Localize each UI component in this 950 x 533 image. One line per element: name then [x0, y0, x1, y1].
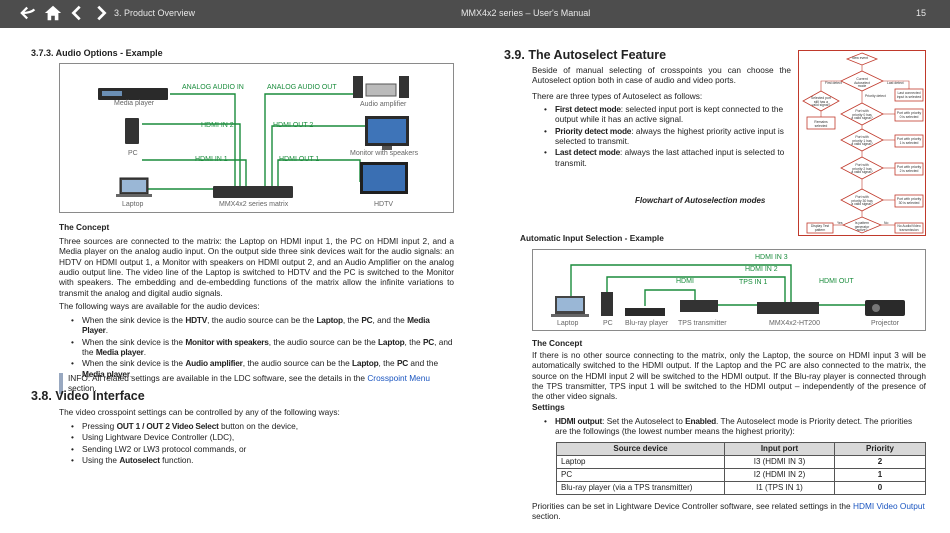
settings-heading: Settings	[532, 402, 565, 412]
type-last-detect: Last detect mode: always the last attach…	[542, 147, 791, 168]
auto-input-diagram: Laptop PC Blu-ray player TPS transmitter…	[532, 249, 926, 331]
auto-input-heading: Automatic Input Selection - Example	[520, 233, 664, 243]
prev-page-icon[interactable]	[68, 4, 86, 22]
type-first-detect: First detect mode: selected input port i…	[542, 104, 791, 125]
table-row: PC I2 (HDMI IN 2) 1	[556, 468, 926, 482]
autoselect-concept-heading: The Concept	[532, 338, 583, 348]
audio-ways-text: The following ways are available for the…	[59, 301, 260, 311]
autoselect-concept-text: If there is no other source connecting t…	[532, 350, 926, 402]
label-audio-amplifier: Audio amplifier	[360, 101, 407, 108]
flowchart-caption: Flowchart of Autoselection modes	[635, 196, 766, 205]
flowchart-text: New event First detect Last detect Curre…	[810, 56, 922, 233]
audio-bullets: When the sink device is the HDTV, the au…	[69, 315, 454, 380]
cell-priority: 2	[834, 455, 926, 469]
label-hdmi-in2: HDMI IN 2	[745, 266, 778, 273]
cell-priority: 1	[834, 468, 926, 482]
table-row: Laptop I3 (HDMI IN 3) 2	[556, 455, 926, 469]
matrix-device	[213, 186, 293, 198]
autoselect-flowchart: New event First detect Last detect Curre…	[798, 50, 926, 236]
label-matrix: MMX4x2-HT200	[769, 320, 820, 327]
label-hdmi: HDMI	[676, 278, 694, 285]
tps-transmitter-device	[680, 300, 718, 312]
label-tps-transmitter: TPS transmitter	[678, 320, 727, 327]
table-row: Blu-ray player (via a TPS transmitter) I…	[556, 481, 926, 495]
settings-list: HDMI output: Set the Autoselect to Enabl…	[542, 416, 926, 438]
cell-port: I1 (TPS IN 1)	[724, 481, 835, 495]
autoselect-heading: 3.9. The Autoselect Feature	[504, 48, 667, 62]
label-laptop: Laptop	[557, 320, 579, 327]
audio-bullet: When the sink device is the Monitor with…	[69, 337, 454, 358]
label-projector: Projector	[871, 320, 900, 327]
auto-input-drawing	[551, 264, 905, 317]
label-hdmi-out1: HDMI OUT 1	[279, 156, 320, 163]
label-analog-out: ANALOG AUDIO OUT	[267, 84, 337, 91]
video-interface-heading: 3.8. Video Interface	[31, 389, 145, 403]
home-icon[interactable]	[44, 4, 62, 22]
priorities-footer: Priorities can be set in Lightware Devic…	[532, 501, 925, 522]
audio-options-diagram: Media player PC Laptop MMX4x2 series mat…	[59, 63, 454, 213]
audio-bullet: When the sink device is the HDTV, the au…	[69, 315, 454, 336]
label-hdmi-in1: HDMI IN 1	[195, 156, 228, 163]
video-bullets: Pressing OUT 1 / OUT 2 Video Select butt…	[69, 421, 454, 466]
label-hdmi-in3: HDMI IN 3	[755, 254, 788, 261]
label-matrix: MMX4x2 series matrix	[219, 201, 289, 208]
document-title: MMX4x2 series – User's Manual	[461, 8, 591, 18]
cell-port: I3 (HDMI IN 3)	[724, 455, 835, 469]
matrix-device	[757, 302, 819, 314]
autoselect-types: First detect mode: selected input port i…	[542, 104, 791, 169]
cell-source: Laptop	[556, 455, 725, 469]
autoselect-intro: Beside of manual selecting of crosspoint…	[532, 65, 791, 86]
page-number: 15	[916, 8, 927, 18]
table-header-row: Source device Input port Priority	[556, 442, 926, 456]
audio-diagram-drawing	[98, 76, 409, 198]
nav-icons	[20, 4, 110, 22]
pc-device	[601, 292, 613, 316]
cell-source: Blu-ray player (via a TPS transmitter)	[556, 481, 725, 495]
cell-port: I2 (HDMI IN 2)	[724, 468, 835, 482]
type-priority-detect: Priority detect mode: always the highest…	[542, 126, 791, 147]
next-page-icon[interactable]	[92, 4, 110, 22]
cell-priority: 0	[834, 481, 926, 495]
crosspoint-menu-link[interactable]: Crosspoint Menu	[367, 373, 430, 383]
cell-source: PC	[556, 468, 725, 482]
hdmi-video-output-link[interactable]: HDMI Video Output	[853, 501, 925, 511]
label-hdmi-out2: HDMI OUT 2	[273, 122, 314, 129]
label-monitor: Monitor with speakers	[350, 150, 419, 157]
section-breadcrumb[interactable]: 3. Product Overview	[114, 8, 195, 19]
col-priority: Priority	[834, 442, 926, 456]
label-analog-in: ANALOG AUDIO IN	[182, 84, 244, 91]
pc-device	[125, 118, 139, 144]
label-laptop: Laptop	[122, 201, 144, 208]
bluray-device	[625, 308, 665, 316]
video-bullet: Using the Autoselect function.	[69, 455, 454, 466]
audio-concept-text: Three sources are connected to the matri…	[59, 236, 454, 298]
label-hdmi-out: HDMI OUT	[819, 278, 854, 285]
label-pc: PC	[128, 150, 138, 157]
video-bullet: Sending LW2 or LW3 protocol commands, or	[69, 444, 454, 455]
video-bullet: Pressing OUT 1 / OUT 2 Video Select butt…	[69, 421, 454, 432]
projector-device	[865, 300, 905, 316]
audio-concept-heading: The Concept	[59, 222, 110, 232]
label-media-player: Media player	[114, 100, 155, 107]
video-interface-intro: The video crosspoint settings can be con…	[59, 407, 340, 417]
autoselect-types-intro: There are three types of Autoselect as f…	[532, 91, 703, 101]
label-bluray: Blu-ray player	[625, 320, 669, 327]
audio-amplifier-device	[353, 76, 363, 98]
col-input-port: Input port	[724, 442, 835, 456]
priority-table: Source device Input port Priority Laptop…	[556, 442, 926, 495]
label-hdtv: HDTV	[374, 201, 394, 208]
top-bar: 3. Product Overview MMX4x2 series – User…	[0, 0, 950, 28]
label-hdmi-in2: HDMI IN 2	[201, 122, 234, 129]
col-source-device: Source device	[556, 442, 725, 456]
back-icon[interactable]	[20, 4, 38, 22]
setting-hdmi-output: HDMI output: Set the Autoselect to Enabl…	[542, 416, 926, 437]
label-tps-in1: TPS IN 1	[739, 279, 768, 286]
label-pc: PC	[603, 320, 613, 327]
audio-example-heading: 3.7.3. Audio Options - Example	[31, 48, 163, 58]
video-bullet: Using Lightware Device Controller (LDC),	[69, 432, 454, 443]
